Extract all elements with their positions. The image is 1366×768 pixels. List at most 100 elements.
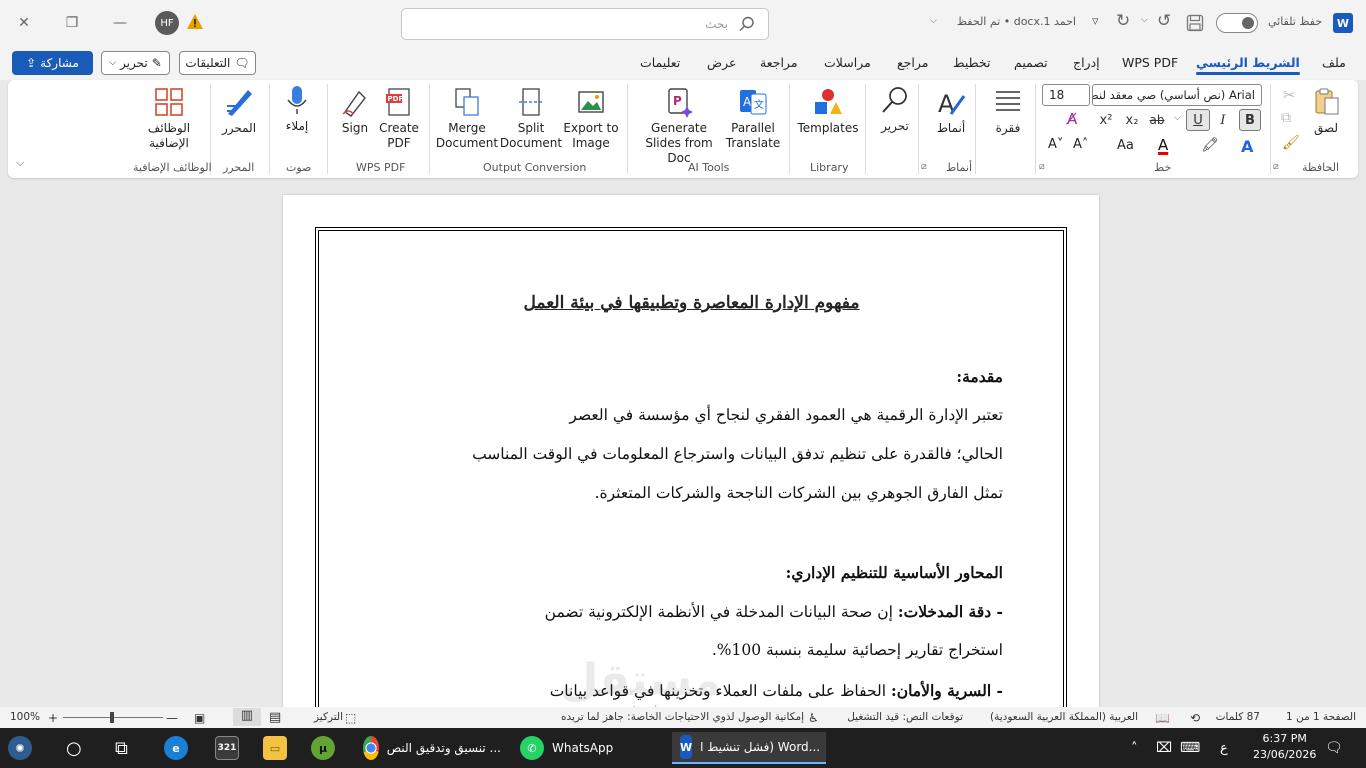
merge-document-button[interactable]: Merge Document	[436, 86, 498, 151]
proofing-icon[interactable]: 📖	[1155, 711, 1170, 725]
highlight-color-icon[interactable]: 🖍	[1201, 137, 1219, 153]
search-box[interactable]: بحث	[401, 8, 769, 40]
editing-mode-button[interactable]: ⌵ تحرير ✎	[101, 51, 170, 75]
print-layout-icon[interactable]: ▤	[269, 710, 281, 725]
tab-home[interactable]: الشريط الرئيسي	[1196, 55, 1300, 75]
warning-icon[interactable]	[186, 13, 204, 31]
taskbar-whatsapp-app[interactable]: ✆ WhatsApp	[512, 732, 666, 764]
utorrent-icon[interactable]: μ	[311, 732, 335, 764]
accessibility-icon[interactable]: ♿	[808, 711, 819, 725]
edge-icon[interactable]: e	[164, 732, 188, 764]
tab-layout[interactable]: تخطيط	[953, 55, 990, 70]
word-count[interactable]: 87 كلمات	[1216, 711, 1260, 723]
tab-review[interactable]: مراجعة	[760, 55, 798, 70]
underline-dropdown-icon[interactable]: ⌵	[1174, 113, 1181, 123]
text-effects-icon[interactable]: A	[1241, 137, 1253, 156]
media-player-icon[interactable]: 321	[215, 732, 239, 764]
subscript-button[interactable]: x₂	[1121, 109, 1143, 131]
editor-button[interactable]: المحرر	[218, 86, 260, 136]
cut-icon[interactable]: ✂	[1283, 86, 1296, 104]
styles-launcher-icon[interactable]: ⧄	[921, 162, 927, 172]
tab-insert[interactable]: إدراج	[1073, 55, 1100, 70]
show-hidden-icons-icon[interactable]: ˄	[1131, 732, 1138, 764]
tab-file[interactable]: ملف	[1322, 55, 1346, 70]
comments-button[interactable]: التعليقات 🗨	[179, 51, 256, 75]
grow-font-icon[interactable]: A˄	[1073, 137, 1088, 152]
minimize-window-button[interactable]: —	[106, 10, 134, 36]
web-layout-icon[interactable]: ▣	[194, 711, 205, 725]
autosave-toggle[interactable]	[1216, 13, 1258, 33]
italic-button[interactable]: I	[1212, 109, 1234, 131]
create-pdf-button[interactable]: PDF Create PDF	[377, 86, 421, 151]
copy-icon[interactable]: ⧉	[1281, 110, 1291, 126]
share-button[interactable]: ⇪ مشاركة	[12, 51, 93, 75]
font-color-icon[interactable]: A	[1158, 136, 1168, 154]
undo-icon[interactable]: ↺	[1157, 11, 1171, 31]
styles-button[interactable]: A أنماط	[931, 86, 971, 136]
taskbar-word-app[interactable]: W فشل تنشيط ا) Word...	[672, 732, 826, 764]
keyboard-icon[interactable]: ⌨	[1180, 732, 1200, 764]
paste-button[interactable]: لصق	[1306, 86, 1346, 136]
language-status[interactable]: العربية (المملكة العربية السعودية)	[990, 711, 1138, 723]
font-launcher-icon[interactable]: ⧄	[1039, 162, 1045, 172]
network-icon[interactable]: ⌧	[1156, 732, 1172, 764]
tab-wps-pdf[interactable]: WPS PDF	[1122, 55, 1178, 70]
read-mode-icon[interactable]: ▥	[233, 708, 261, 726]
tab-references[interactable]: مراجع	[897, 55, 928, 70]
avatar[interactable]: HF	[155, 11, 179, 35]
restore-window-button[interactable]: ❐	[58, 10, 86, 36]
text-predictions[interactable]: توقعات النص: قيد التشغيل	[847, 711, 963, 723]
sign-button[interactable]: Sign	[336, 86, 374, 136]
input-language[interactable]: ع	[1220, 732, 1228, 764]
split-document-button[interactable]: Split Document	[500, 86, 562, 151]
title-dropdown-icon[interactable]: ⌵	[930, 16, 937, 26]
tab-design[interactable]: تصميم	[1014, 55, 1048, 70]
zoom-level[interactable]: 100%	[10, 711, 40, 723]
change-case-icon[interactable]: Aa	[1117, 138, 1134, 153]
taskbar-pinned-app[interactable]: ✺	[8, 732, 32, 764]
addins-button[interactable]: الوظائف الإضافية	[138, 86, 200, 151]
zoom-out-icon[interactable]: —	[166, 711, 178, 725]
shrink-font-icon[interactable]: A˅	[1048, 137, 1063, 152]
tab-mailings[interactable]: مراسلات	[824, 55, 871, 70]
track-changes-icon[interactable]: ⟲	[1190, 711, 1200, 725]
notifications-icon[interactable]: 🗨	[1325, 732, 1343, 764]
customize-toolbar-icon[interactable]: ▿	[1092, 14, 1099, 29]
tab-help[interactable]: تعليمات	[640, 55, 680, 70]
underline-button[interactable]: U	[1186, 109, 1210, 131]
format-painter-icon[interactable]: 🖌	[1282, 135, 1300, 151]
redo-icon[interactable]: ↻	[1116, 11, 1130, 31]
font-size-select[interactable]: 18	[1042, 84, 1090, 106]
tab-view[interactable]: عرض	[707, 55, 736, 70]
parallel-translate-button[interactable]: A文 Parallel Translate	[725, 86, 781, 151]
generate-slides-button[interactable]: P Generate Slides from Doc	[634, 86, 724, 166]
close-window-button[interactable]: ✕	[10, 10, 38, 36]
file-explorer-icon[interactable]: ▭	[263, 732, 287, 764]
clock[interactable]: 6:37 PM 23/06/2026	[1253, 731, 1316, 763]
page-count[interactable]: الصفحة 1 من 1	[1286, 711, 1356, 723]
bold-button[interactable]: B	[1239, 109, 1261, 131]
autosave-label: حفظ تلقائي	[1268, 15, 1323, 28]
strikethrough-button[interactable]: ab	[1146, 109, 1168, 131]
zoom-in-icon[interactable]: +	[48, 711, 58, 725]
redo-dropdown-icon[interactable]: ⌵	[1141, 15, 1148, 25]
clear-formatting-icon[interactable]: A̸	[1067, 110, 1077, 128]
dictate-button[interactable]: إملاء	[278, 84, 316, 134]
superscript-button[interactable]: x²	[1095, 109, 1117, 131]
focus-label[interactable]: التركيز	[314, 711, 343, 723]
task-view-icon[interactable]: ⧉	[115, 732, 128, 764]
clipboard-launcher-icon[interactable]: ⧄	[1273, 162, 1279, 172]
collapse-ribbon-icon[interactable]: ⌵	[16, 156, 24, 170]
zoom-slider-thumb[interactable]	[110, 712, 114, 723]
save-icon[interactable]	[1186, 14, 1204, 32]
editing-button[interactable]: تحرير	[874, 84, 916, 134]
taskbar-chrome-app[interactable]: تنسيق وتدقيق النص ...	[355, 732, 509, 764]
document-title[interactable]: احمد 1.docx • تم الحفظ	[957, 15, 1076, 28]
search-circle-icon[interactable]: ○	[66, 732, 82, 764]
paragraph-button[interactable]: فقرة	[988, 86, 1028, 136]
font-name-select[interactable]: Arial (نص أساسي) صي معقد لنص أساسي	[1092, 84, 1262, 106]
accessibility-status[interactable]: إمكانية الوصول لذوي الاحتياجات الخاصة: ج…	[561, 711, 804, 723]
focus-icon[interactable]: ⬚	[345, 711, 356, 725]
export-to-image-button[interactable]: Export to Image	[562, 86, 620, 151]
templates-button[interactable]: Templates	[795, 86, 861, 136]
